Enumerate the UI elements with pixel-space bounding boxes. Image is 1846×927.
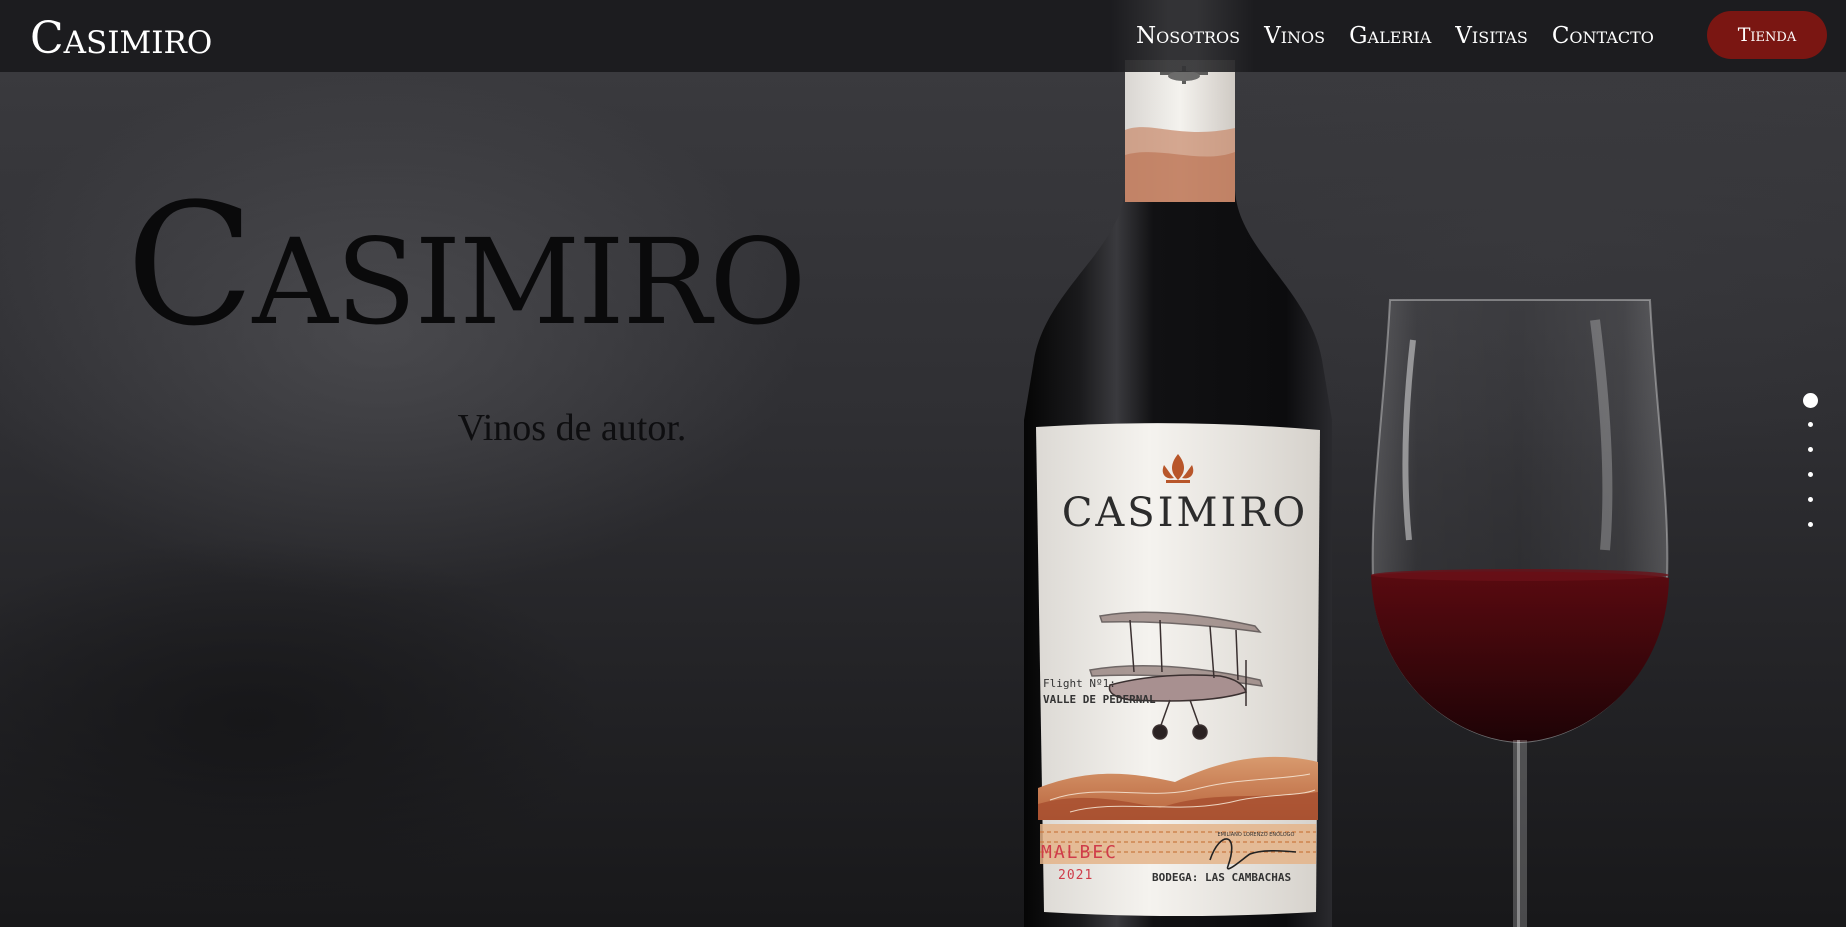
slide-dot-2[interactable] bbox=[1808, 422, 1813, 427]
nav-link-contacto[interactable]: Contacto bbox=[1552, 18, 1654, 54]
slider-pagination bbox=[1800, 390, 1824, 530]
label-varietal-text: MALBEC bbox=[1041, 842, 1119, 863]
hero-title: Casimiro bbox=[126, 167, 806, 363]
wine-glass-image bbox=[1365, 280, 1675, 927]
nav-link-visitas[interactable]: Visitas bbox=[1455, 18, 1528, 54]
label-brand-name: CASIMIRO bbox=[1061, 490, 1309, 536]
site-logo[interactable]: Casimiro bbox=[30, 13, 212, 65]
slide-dot-3[interactable] bbox=[1808, 447, 1813, 452]
slide-dot-4[interactable] bbox=[1808, 472, 1813, 477]
label-vintage-year: 2021 bbox=[1058, 868, 1094, 883]
top-navbar: Casimiro Nosotros Vinos Galeria Visitas … bbox=[0, 0, 1846, 72]
label-flight-text: Flight Nº1: bbox=[1043, 677, 1116, 690]
slide-dot-1[interactable] bbox=[1803, 393, 1818, 408]
main-navigation: Nosotros Vinos Galeria Visitas Contacto bbox=[1136, 18, 1654, 54]
hero-section: Casimiro Vinos de autor. CASIMIRO Flight… bbox=[0, 0, 1846, 927]
nav-link-galeria[interactable]: Galeria bbox=[1349, 18, 1431, 54]
slide-dot-6[interactable] bbox=[1808, 522, 1813, 527]
shop-button[interactable]: Tienda bbox=[1707, 11, 1827, 59]
nav-link-nosotros[interactable]: Nosotros bbox=[1136, 18, 1240, 54]
slide-dot-5[interactable] bbox=[1808, 497, 1813, 502]
label-winery-text: BODEGA: LAS CAMBACHAS bbox=[1152, 871, 1292, 884]
wine-bottle-image: CASIMIRO Flight Nº1: VALLE DE PEDERNAL E… bbox=[1010, 60, 1350, 927]
nav-link-vinos[interactable]: Vinos bbox=[1264, 18, 1325, 54]
hero-subtitle: Vinos de autor. bbox=[457, 407, 687, 449]
label-enologist-text: EMILIANO LORENZO ENÓLOGO bbox=[1217, 832, 1295, 838]
label-region-text: VALLE DE PEDERNAL bbox=[1043, 693, 1156, 706]
